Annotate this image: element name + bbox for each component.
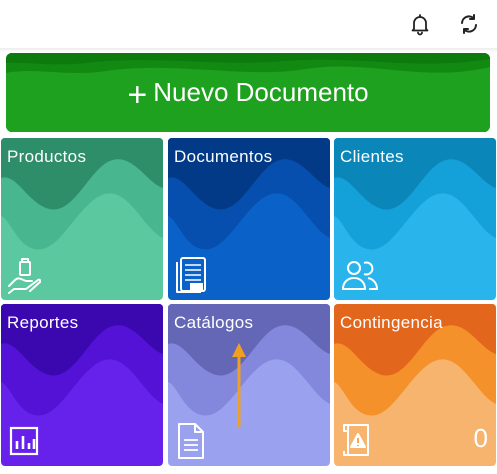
xml-document-icon <box>176 257 206 293</box>
tile-catalogos[interactable]: Catálogos <box>168 304 330 466</box>
arrow-up-icon <box>232 343 246 428</box>
users-icon <box>341 261 379 290</box>
contingency-count: 0 <box>473 423 488 453</box>
warning-scroll-icon <box>343 424 369 456</box>
tile-productos[interactable]: Productos <box>1 138 163 300</box>
top-bar-divider <box>0 48 497 52</box>
bell-icon <box>411 14 429 36</box>
tile-clientes[interactable]: Clientes <box>334 138 496 300</box>
new-document-label-wrap: + Nuevo Documento <box>6 53 490 132</box>
new-document-button[interactable]: + Nuevo Documento <box>6 53 490 132</box>
tile-documentos[interactable]: Documentos <box>168 138 330 300</box>
tile-title: Contingencia <box>340 313 443 332</box>
new-document-label: Nuevo Documento <box>153 77 369 107</box>
bar-chart-icon <box>9 426 39 456</box>
top-bar <box>0 0 497 48</box>
sync-icon <box>461 14 477 34</box>
tile-title: Documentos <box>174 147 273 166</box>
tile-title: Clientes <box>340 147 404 166</box>
plus-icon: + <box>127 75 148 114</box>
tile-contingencia[interactable]: Contingencia 0 <box>334 304 496 466</box>
hand-bag-icon <box>8 258 41 294</box>
tile-title: Productos <box>7 147 87 166</box>
tile-title: Catálogos <box>174 313 254 332</box>
notification-button[interactable] <box>405 9 435 39</box>
tile-title: Reportes <box>7 313 79 332</box>
sync-button[interactable] <box>454 9 484 39</box>
tile-reportes[interactable]: Reportes <box>1 304 163 466</box>
document-icon <box>178 423 204 459</box>
